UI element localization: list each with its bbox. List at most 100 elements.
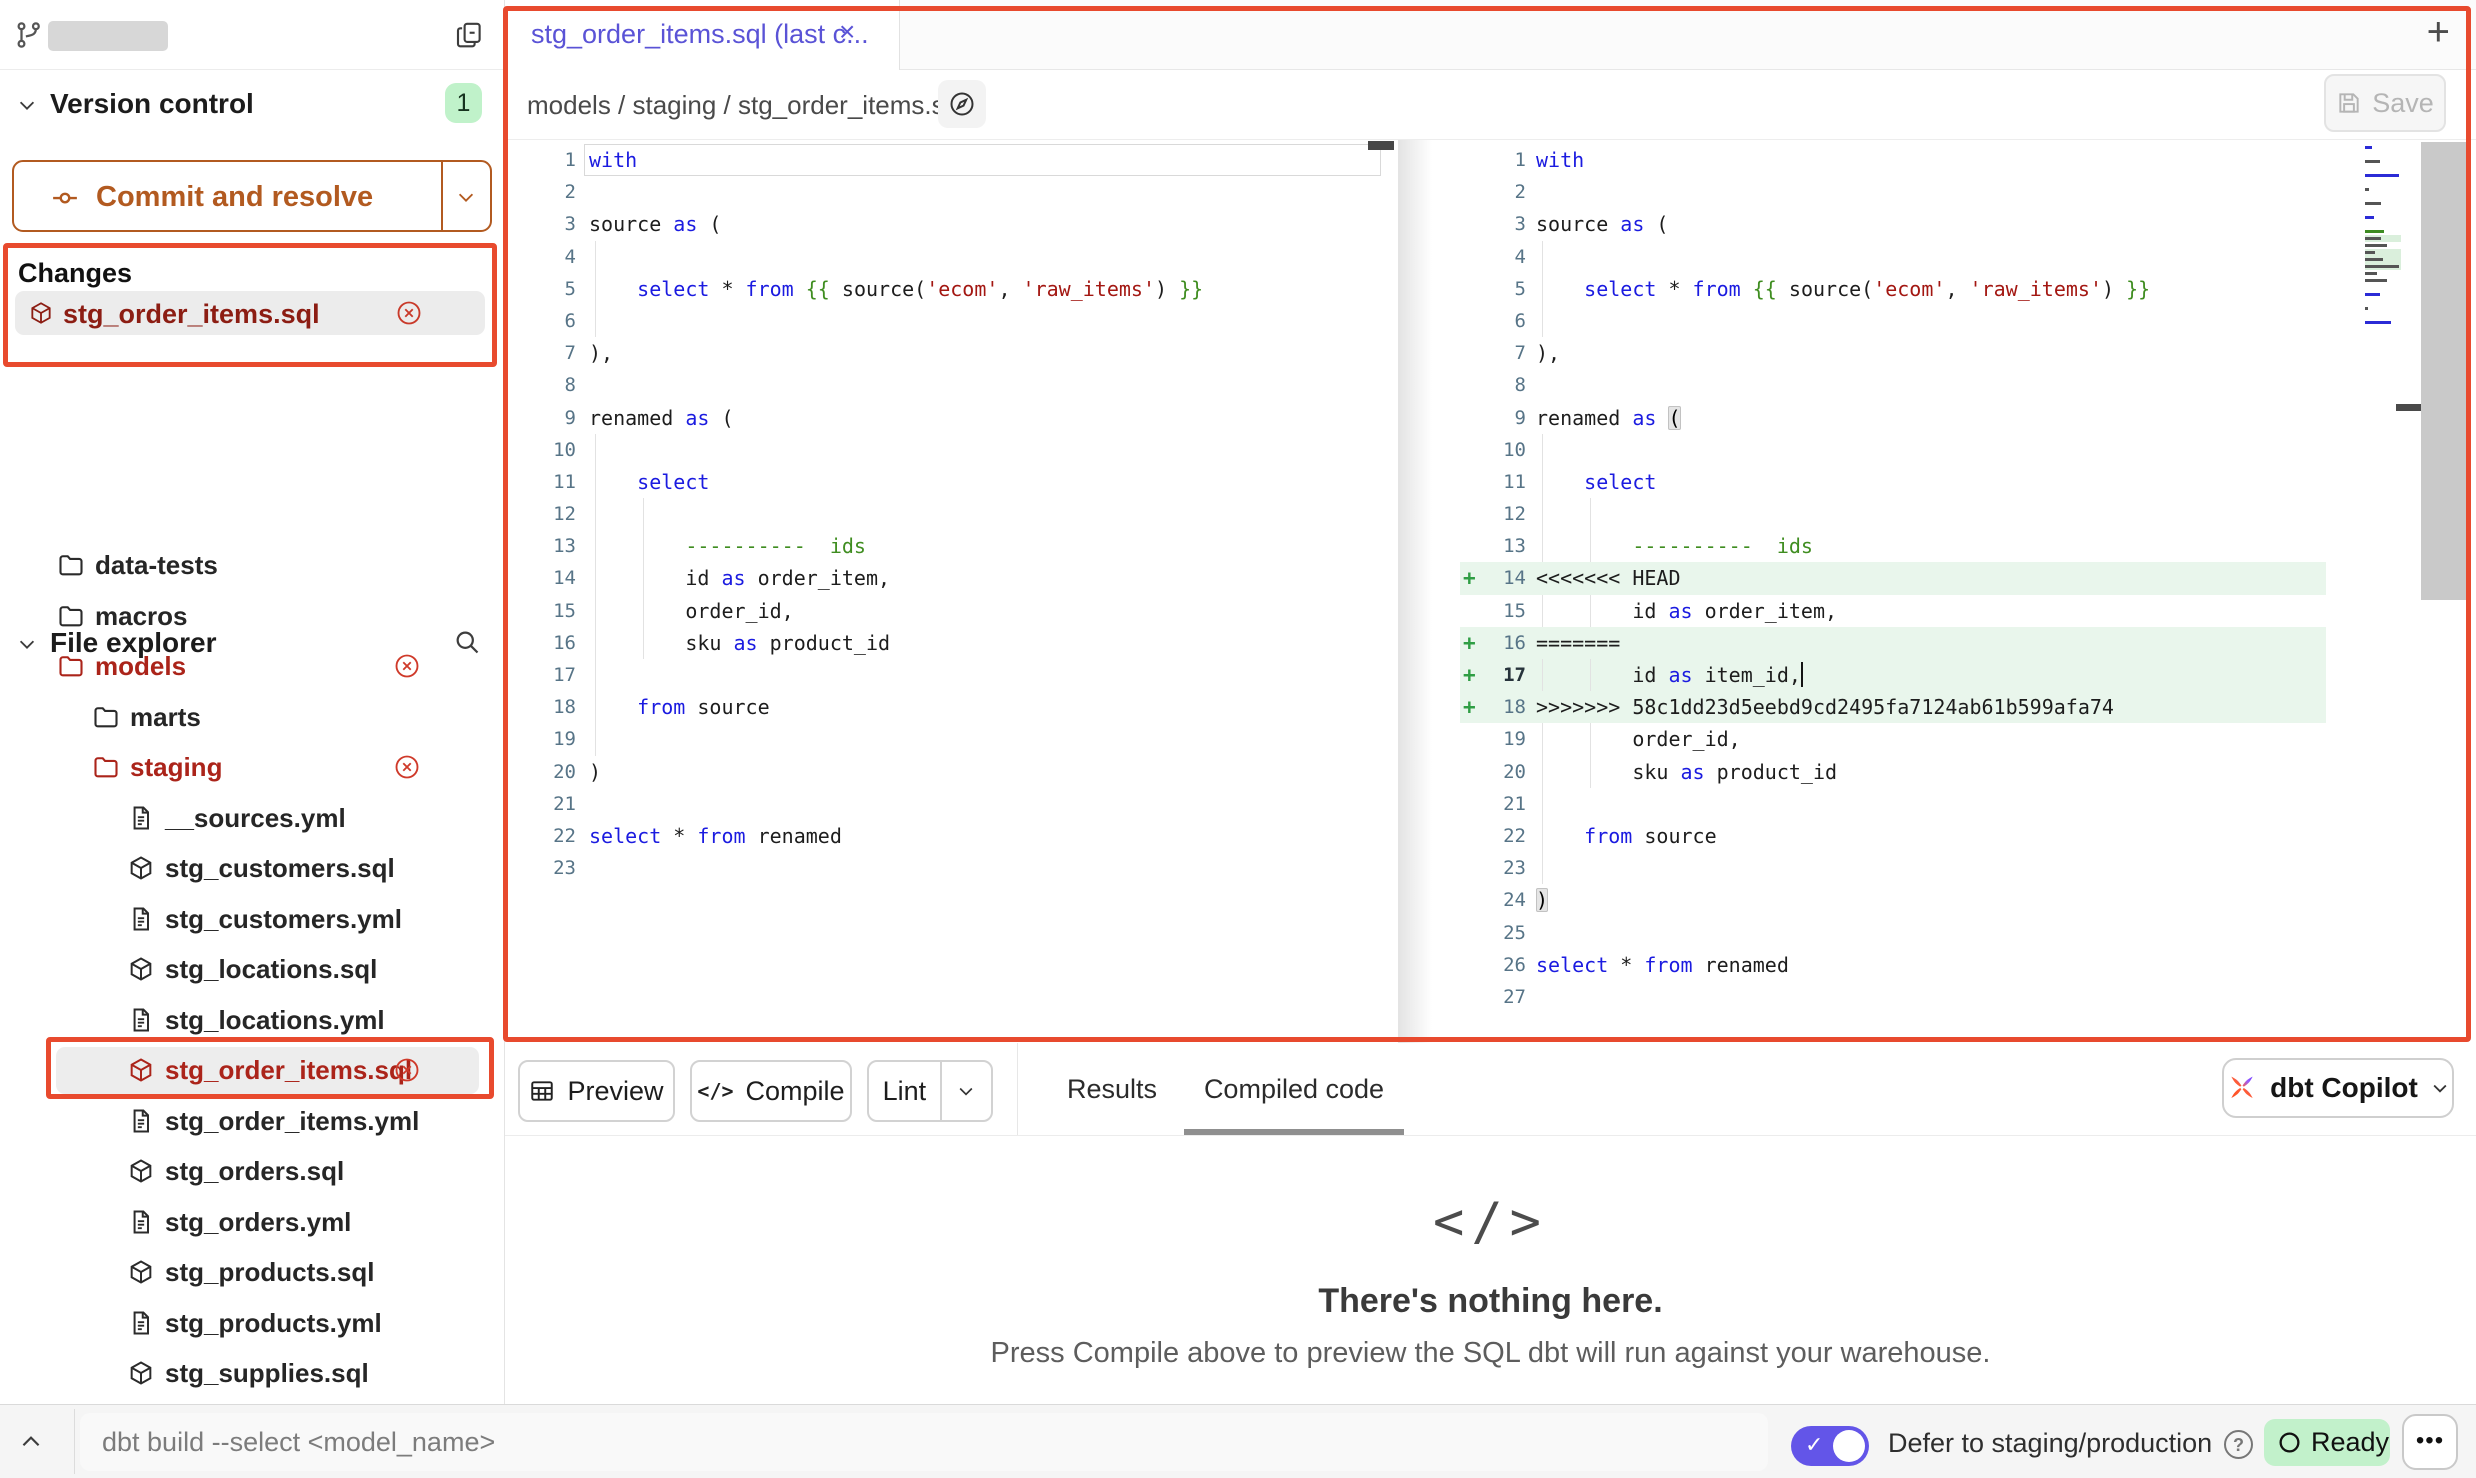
copy-icon[interactable] [454, 20, 484, 50]
code-line[interactable]: 6 [505, 305, 1395, 337]
version-control-section[interactable]: Version control 1 [0, 70, 504, 140]
file-explorer-item[interactable]: stg_orders.sql [0, 1146, 505, 1197]
code-line[interactable]: 14 id as order_item, [505, 562, 1395, 594]
modified-close-icon[interactable] [393, 652, 421, 680]
code-line[interactable]: 11 select [1460, 466, 2326, 498]
code-line[interactable]: 10 [505, 434, 1395, 466]
file-explorer-item[interactable]: stg_locations.sql [0, 944, 505, 995]
lint-button[interactable]: Lint [867, 1060, 993, 1122]
code-line[interactable]: 20 sku as product_id [1460, 756, 2326, 788]
modified-close-icon[interactable] [393, 1056, 421, 1084]
code-line[interactable]: 7), [505, 337, 1395, 369]
code-line[interactable]: 23 [1460, 852, 2326, 884]
more-options-button[interactable]: ••• [2402, 1414, 2458, 1470]
file-explorer-item[interactable]: staging [0, 742, 505, 793]
close-icon[interactable]: × [839, 16, 855, 48]
code-line[interactable]: 19 order_id, [1460, 723, 2326, 755]
left-pane-scrollbar-thumb[interactable] [1368, 141, 1394, 150]
code-line[interactable]: 27 [1460, 981, 2326, 1013]
code-line[interactable]: 5 select * from {{ source('ecom', 'raw_i… [1460, 273, 2326, 305]
commit-dropdown-chevron-icon[interactable] [455, 186, 477, 208]
code-line[interactable]: 12 [505, 498, 1395, 530]
revert-close-icon[interactable] [395, 299, 423, 327]
tab-compiled-code[interactable]: Compiled code [1184, 1043, 1404, 1136]
code-line[interactable]: 22select * from renamed [505, 820, 1395, 852]
chevron-down-icon[interactable] [16, 94, 38, 116]
code-line[interactable]: 25 [1460, 917, 2326, 949]
help-icon[interactable]: ? [2224, 1430, 2253, 1459]
compile-button[interactable]: </> Compile [690, 1060, 852, 1122]
code-line[interactable]: +17 id as item_id, [1460, 659, 2326, 691]
file-explorer-item[interactable]: macros [0, 591, 505, 642]
code-line[interactable]: 4 [505, 241, 1395, 273]
file-explorer-item[interactable]: marts [0, 692, 505, 743]
file-explorer-item[interactable]: stg_orders.yml [0, 1197, 505, 1248]
code-line[interactable]: 3source as ( [1460, 208, 2326, 240]
code-line[interactable]: 13 ---------- ids [505, 530, 1395, 562]
preview-button[interactable]: Preview [518, 1060, 675, 1122]
code-line[interactable]: 21 [1460, 788, 2326, 820]
code-line[interactable]: +14<<<<<<< HEAD [1460, 562, 2326, 594]
command-input[interactable] [80, 1413, 1768, 1471]
file-explorer-item[interactable]: models [0, 641, 505, 692]
code-line[interactable]: 13 ---------- ids [1460, 530, 2326, 562]
tab-title[interactable]: stg_order_items.sql (last c... [531, 19, 869, 50]
code-editor[interactable]: 1with23source as (45 select * from {{ so… [505, 140, 2476, 1043]
commit-and-resolve-button[interactable]: Commit and resolve [12, 160, 492, 232]
lineage-button[interactable] [938, 80, 986, 128]
code-line[interactable]: 2 [505, 176, 1395, 208]
code-line[interactable]: +18>>>>>>> 58c1dd23d5eebd9cd2495fa7124ab… [1460, 691, 2326, 723]
code-line[interactable]: 8 [1460, 369, 2326, 401]
file-explorer-item[interactable]: stg_products.yml [0, 1298, 505, 1349]
lint-dropdown-chevron-icon[interactable] [942, 1081, 991, 1101]
code-line[interactable]: 26select * from renamed [1460, 949, 2326, 981]
file-explorer-item[interactable]: stg_locations.yml [0, 995, 505, 1046]
file-explorer-item[interactable]: stg_order_items.sql [0, 1045, 505, 1096]
code-line[interactable]: 22 from source [1460, 820, 2326, 852]
file-explorer-item[interactable]: stg_customers.sql [0, 843, 505, 894]
file-explorer-item[interactable]: stg_order_items.yml [0, 1096, 505, 1147]
code-line[interactable]: 1with [505, 144, 1395, 176]
code-line[interactable]: 24) [1460, 884, 2326, 916]
code-line[interactable]: 15 order_id, [505, 595, 1395, 627]
tab-stg-order-items[interactable]: stg_order_items.sql (last c... × [505, 0, 900, 70]
file-explorer-item[interactable]: __sources.yml [0, 793, 505, 844]
file-explorer-item[interactable]: stg_customers.yml [0, 894, 505, 945]
code-line[interactable]: 15 id as order_item, [1460, 595, 2326, 627]
code-line[interactable]: 8 [505, 369, 1395, 401]
code-line[interactable]: 23 [505, 852, 1395, 884]
file-explorer-item[interactable]: stg_products.sql [0, 1247, 505, 1298]
code-line[interactable]: 11 select [505, 466, 1395, 498]
code-line[interactable]: 3source as ( [505, 208, 1395, 240]
modified-close-icon[interactable] [393, 753, 421, 781]
file-explorer-item[interactable]: stg_supplies.sql [0, 1348, 505, 1399]
code-line[interactable]: 12 [1460, 498, 2326, 530]
code-line[interactable]: 20) [505, 756, 1395, 788]
minimap[interactable] [2365, 144, 2401, 333]
editor-pane-original[interactable]: 1with23source as (45 select * from {{ so… [505, 140, 1395, 1043]
right-pane-scrollbar-thumb[interactable] [2421, 142, 2469, 600]
chevron-up-icon[interactable] [18, 1429, 44, 1455]
code-line[interactable]: 16 sku as product_id [505, 627, 1395, 659]
code-line[interactable]: 7), [1460, 337, 2326, 369]
code-line[interactable]: 10 [1460, 434, 2326, 466]
ready-status-badge[interactable]: Ready [2264, 1419, 2390, 1466]
code-line[interactable]: 19 [505, 723, 1395, 755]
code-line[interactable]: 9renamed as ( [505, 402, 1395, 434]
code-line[interactable]: 18 from source [505, 691, 1395, 723]
code-line[interactable]: 6 [1460, 305, 2326, 337]
code-line[interactable]: +16======= [1460, 627, 2326, 659]
defer-toggle[interactable]: ✓ [1791, 1426, 1869, 1466]
code-line[interactable]: 2 [1460, 176, 2326, 208]
save-button[interactable]: Save [2324, 74, 2446, 132]
new-tab-button[interactable]: + [2427, 10, 2450, 55]
editor-pane-modified[interactable]: 1with23source as (45 select * from {{ so… [1460, 140, 2326, 1043]
code-line[interactable]: 21 [505, 788, 1395, 820]
code-line[interactable]: 5 select * from {{ source('ecom', 'raw_i… [505, 273, 1395, 305]
file-explorer-item[interactable]: data-tests [0, 540, 505, 591]
changes-file-row[interactable]: stg_order_items.sql [15, 291, 485, 335]
code-line[interactable]: 1with [1460, 144, 2326, 176]
code-line[interactable]: 4 [1460, 241, 2326, 273]
tab-results[interactable]: Results [1050, 1043, 1174, 1136]
dbt-copilot-button[interactable]: dbt Copilot [2222, 1058, 2454, 1118]
